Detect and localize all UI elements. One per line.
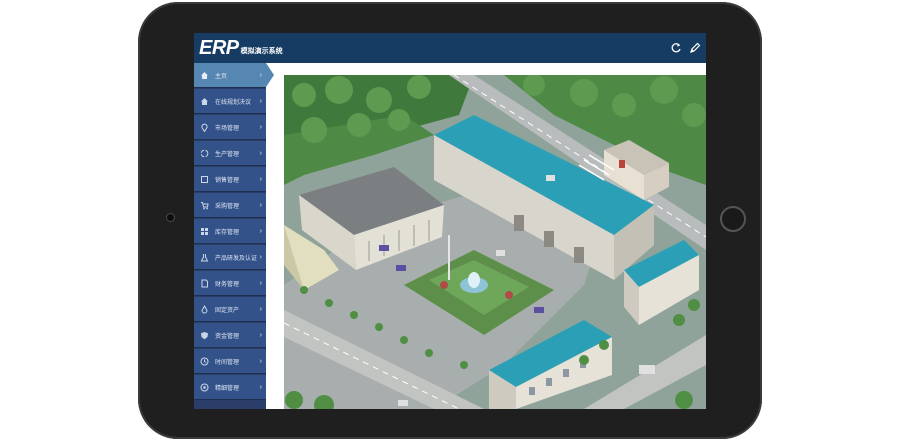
- sidebar-item-sales[interactable]: 销售管理 ›: [194, 167, 266, 192]
- sidebar-item-label: 销售管理: [215, 177, 240, 184]
- camera-icon: [167, 214, 174, 221]
- sidebar-item-label: 时间管理: [215, 359, 240, 366]
- map-pin-icon: [200, 123, 209, 132]
- home-icon: [200, 71, 209, 80]
- sidebar-item-market[interactable]: 市场管理 ›: [194, 115, 266, 140]
- home-button[interactable]: [720, 206, 746, 232]
- sidebar-item-fine[interactable]: 精细管理 ›: [194, 375, 266, 400]
- chevron-right-icon: ›: [259, 279, 262, 287]
- top-bar: ERP 模拟演示系统: [194, 33, 706, 63]
- pencil-icon[interactable]: [687, 40, 703, 56]
- chevron-right-icon: ›: [259, 357, 262, 365]
- sidebar-item-inventory[interactable]: 库存管理 ›: [194, 219, 266, 244]
- flask-icon: [200, 253, 209, 262]
- chevron-right-icon: ›: [259, 305, 262, 313]
- sidebar-item-label: 资金管理: [215, 333, 240, 340]
- sidebar-item-label: 生产管理: [215, 151, 240, 158]
- shield-icon: [200, 331, 209, 340]
- sidebar-item-label: 市场管理: [215, 125, 240, 132]
- box-icon: [200, 175, 209, 184]
- sidebar-item-label: 库存管理: [215, 229, 240, 236]
- sidebar-item-label: 在线规划决议: [215, 99, 252, 106]
- logo-erp-text: ERP: [199, 37, 239, 59]
- chevron-right-icon: ›: [259, 201, 262, 209]
- cycle-icon: [200, 149, 209, 158]
- sidebar-item-time[interactable]: 时间管理 ›: [194, 349, 266, 374]
- chevron-right-icon: ›: [259, 175, 262, 183]
- sidebar-item-purchasing[interactable]: 采购管理 ›: [194, 193, 266, 218]
- main-image-factory-aerial: [284, 75, 706, 409]
- grid-icon: [200, 227, 209, 236]
- chevron-right-icon: ›: [259, 227, 262, 235]
- drop-icon: [200, 304, 209, 314]
- sidebar-item-rnd[interactable]: 产品研发及认证 ›: [194, 245, 266, 270]
- sidebar-item-label: 固定资产: [215, 307, 240, 314]
- sidebar-item-fixed-assets[interactable]: 固定资产 ›: [194, 297, 266, 322]
- sidebar: 主页 › 在线规划决议 › 市场管理 › 生产管理 › 销售管理 › 采购管理 …: [194, 63, 266, 409]
- chevron-right-icon: ›: [259, 97, 262, 105]
- sidebar-item-label: 采购管理: [215, 203, 240, 210]
- sidebar-item-funds[interactable]: 资金管理 ›: [194, 323, 266, 348]
- cart-icon: [200, 201, 209, 210]
- app-logo: ERP 模拟演示系统: [199, 36, 283, 60]
- chevron-right-icon: ›: [259, 253, 262, 261]
- app-screen: ERP 模拟演示系统 主页 › 在线规划决议 › 市场管理 › 生产管理 › 销…: [194, 33, 706, 409]
- sidebar-item-finance[interactable]: 财务管理 ›: [194, 271, 266, 296]
- chevron-right-icon: ›: [259, 149, 262, 157]
- logo-subtitle: 模拟演示系统: [240, 48, 283, 55]
- sidebar-item-home[interactable]: 主页 ›: [194, 63, 266, 88]
- sidebar-item-production[interactable]: 生产管理 ›: [194, 141, 266, 166]
- sidebar-item-label: 财务管理: [215, 281, 240, 288]
- chevron-right-icon: ›: [259, 71, 262, 79]
- sidebar-item-label: 精细管理: [215, 385, 240, 392]
- active-tab-pointer: [266, 63, 274, 87]
- circle-icon: [200, 383, 209, 392]
- clock-icon: [200, 357, 209, 366]
- refresh-icon[interactable]: [668, 40, 684, 56]
- sidebar-item-label: 主页: [215, 73, 228, 80]
- sidebar-item-label: 产品研发及认证: [215, 255, 258, 262]
- doc-icon: [200, 279, 209, 288]
- chevron-right-icon: ›: [259, 123, 262, 131]
- chevron-right-icon: ›: [259, 331, 262, 339]
- sidebar-item-online-planning[interactable]: 在线规划决议 ›: [194, 89, 266, 114]
- home-icon: [200, 97, 209, 106]
- chevron-right-icon: ›: [259, 383, 262, 391]
